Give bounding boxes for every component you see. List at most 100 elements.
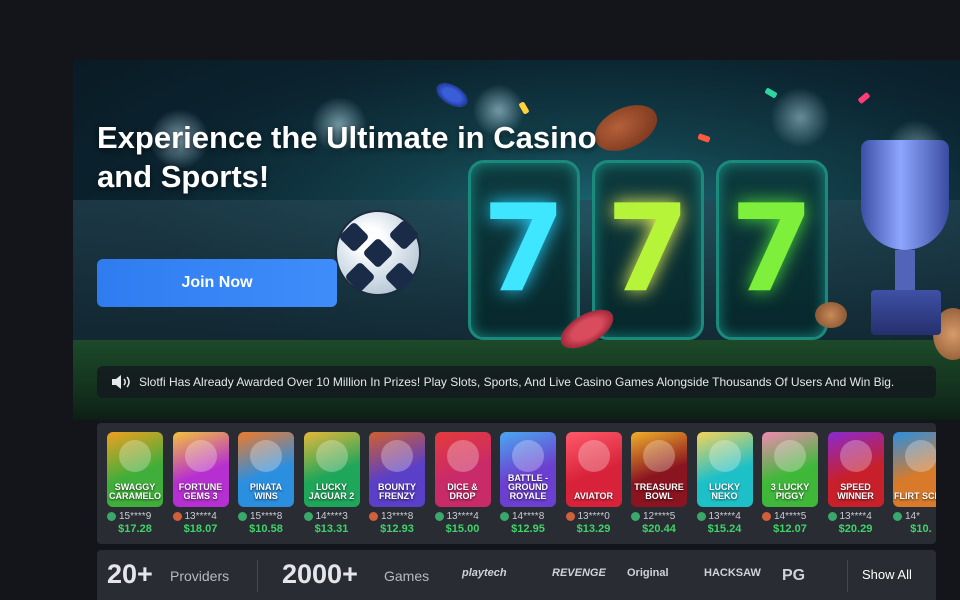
user-avatar-icon <box>827 512 837 521</box>
provider-logo-revenge[interactable]: REVENGE <box>552 567 606 579</box>
game-thumbnail[interactable]: BATTLE -GROUND ROYALE <box>500 432 556 507</box>
divider <box>257 560 258 592</box>
divider <box>847 560 848 592</box>
win-amount: $15.00 <box>445 523 480 535</box>
winner-user: 13****0 <box>565 511 622 522</box>
game-art <box>774 440 806 472</box>
winner-user: 14****5 <box>762 511 818 522</box>
top-bar <box>0 0 960 60</box>
win-amount: $12.93 <box>380 523 414 535</box>
show-all-link[interactable]: Show All <box>862 567 912 582</box>
provider-logo-playtech[interactable]: playtech <box>462 567 507 579</box>
providers-label: Providers <box>170 568 230 584</box>
game-thumbnail[interactable]: SPEED WINNER <box>827 432 884 507</box>
game-title: FORTUNE GEMS 3 <box>178 482 223 501</box>
provider-logo-pg[interactable]: PG <box>782 567 805 585</box>
join-now-button[interactable]: Join Now <box>97 259 337 307</box>
game-title: BATTLE -GROUND ROYALE <box>507 473 549 501</box>
win-amount: $12.07 <box>773 523 807 535</box>
game-title: TREASURE BOWL <box>634 482 684 501</box>
games-label: Games <box>384 568 430 584</box>
win-amount: $10. <box>910 523 932 535</box>
game-card[interactable]: SPEED WINNER 13****4 $20.29 <box>827 432 884 535</box>
game-thumbnail[interactable]: SWAGGY CARAMELO <box>107 432 163 507</box>
user-avatar-icon <box>565 512 575 521</box>
coin-icon <box>815 302 847 328</box>
user-avatar-icon <box>893 512 902 521</box>
game-thumbnail[interactable]: AVIATOR <box>565 432 622 507</box>
win-amount: $13.29 <box>576 523 611 535</box>
user-avatar-icon <box>631 512 640 521</box>
game-card[interactable]: FORTUNE GEMS 3 13****4 $18.07 <box>172 432 229 535</box>
winner-user: 13****8 <box>369 511 425 522</box>
left-margin <box>0 60 73 600</box>
trophy-icon <box>853 140 958 340</box>
game-thumbnail[interactable]: FORTUNE GEMS 3 <box>172 432 229 507</box>
hero-banner: 7 7 7 Experience the Ultimate in Casino … <box>73 60 960 420</box>
game-card[interactable]: LUCKY NEKO 13****4 $15.24 <box>696 432 753 535</box>
game-card[interactable]: TREASURE BOWL 12****5 $20.44 <box>631 432 687 535</box>
winner-user: 13****4 <box>827 511 884 522</box>
providers-count: 20+ <box>107 559 153 589</box>
win-amount: $20.29 <box>838 523 873 535</box>
winner-username: 14****3 <box>315 511 348 522</box>
game-thumbnail[interactable]: DICE & DROP <box>434 432 491 507</box>
speaker-icon <box>112 375 130 389</box>
game-thumbnail[interactable]: TREASURE BOWL <box>631 432 687 507</box>
win-amount: $12.95 <box>511 523 545 535</box>
game-thumbnail[interactable]: LUCKY NEKO <box>696 432 753 507</box>
game-card[interactable]: LUCKY JAGUAR 2 14****3 $13.31 <box>303 432 360 535</box>
game-title: LUCKY NEKO <box>709 482 740 501</box>
game-card[interactable]: DICE & DROP 13****4 $15.00 <box>434 432 491 535</box>
user-avatar-icon <box>107 512 116 521</box>
winner-user: 14* <box>893 511 936 522</box>
game-card[interactable]: FLIRT SCHO 14*$10. <box>893 432 936 535</box>
win-amount: $18.07 <box>183 523 218 535</box>
winner-username: 15****9 <box>119 511 152 522</box>
game-thumbnail[interactable]: BOUNTY FRENZY <box>369 432 425 507</box>
provider-logo-original[interactable]: Original <box>627 567 669 579</box>
provider-logo-hacksaw[interactable]: HACKSAW <box>704 567 761 579</box>
winner-username: 13****4 <box>708 511 741 522</box>
game-title: FLIRT SCHO <box>894 491 936 501</box>
game-title: DICE & DROP <box>447 482 478 501</box>
game-card[interactable]: 3 LUCKY PIGGY 14****5 $12.07 <box>762 432 818 535</box>
game-title: 3 LUCKY PIGGY <box>770 482 810 501</box>
games-count: 2000+ <box>282 559 358 589</box>
game-art <box>250 440 282 472</box>
game-art <box>119 440 151 472</box>
slot-reel: 7 <box>716 160 828 340</box>
game-art <box>315 440 348 472</box>
game-card[interactable]: SWAGGY CARAMELO 15****9 $17.28 <box>107 432 163 535</box>
game-thumbnail[interactable]: 3 LUCKY PIGGY <box>762 432 818 507</box>
game-card[interactable]: AVIATOR 13****0 $13.29 <box>565 432 622 535</box>
game-thumbnail[interactable]: FLIRT SCHO <box>893 432 936 507</box>
game-art <box>184 440 217 472</box>
winner-username: 13****0 <box>577 511 610 522</box>
game-card[interactable]: BOUNTY FRENZY 13****8 $12.93 <box>369 432 425 535</box>
winner-username: 13****8 <box>381 511 414 522</box>
winner-username: 13****4 <box>184 511 217 522</box>
game-card[interactable]: PINATA WINS 15****8 $10.58 <box>238 432 294 535</box>
game-art <box>512 440 544 472</box>
user-avatar-icon <box>369 512 378 521</box>
user-avatar-icon <box>238 512 247 521</box>
win-amount: $15.24 <box>707 523 742 535</box>
game-thumbnail[interactable]: LUCKY JAGUAR 2 <box>303 432 360 507</box>
user-avatar-icon <box>434 512 444 521</box>
game-title: SWAGGY CARAMELO <box>109 482 161 501</box>
recent-wins-strip: SWAGGY CARAMELO 15****9 $17.28 FORTUNE GEMS… <box>97 423 936 544</box>
game-thumbnail[interactable]: PINATA WINS <box>238 432 294 507</box>
winner-username: 13****4 <box>446 511 479 522</box>
winner-user: 14****8 <box>500 511 556 522</box>
stats-bar: 20+ Providers 2000+ Games playtech REVEN… <box>97 550 936 600</box>
game-art <box>577 440 610 472</box>
winner-username: 15****8 <box>250 511 283 522</box>
winner-username: 13****4 <box>839 511 872 522</box>
game-title: SPEED WINNER <box>837 482 874 501</box>
winner-username: 14* <box>905 511 921 522</box>
game-card[interactable]: BATTLE -GROUND ROYALE 14****8 $12.95 <box>500 432 556 535</box>
win-amount: $20.44 <box>642 523 676 535</box>
winner-username: 14****8 <box>512 511 545 522</box>
game-title: LUCKY JAGUAR 2 <box>308 482 355 501</box>
